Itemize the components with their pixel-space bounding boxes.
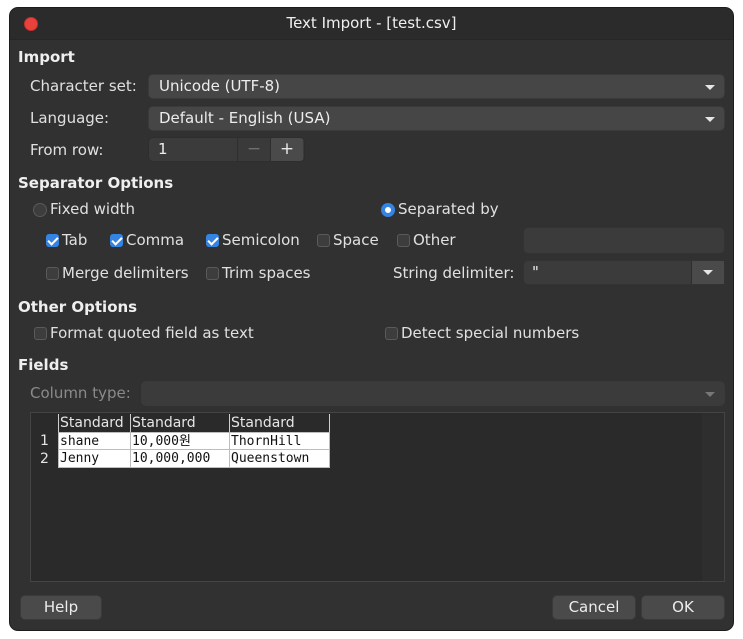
table-cell[interactable]: Jenny <box>58 450 131 468</box>
space-label: Space <box>333 231 379 249</box>
fixed-width-radio[interactable] <box>33 203 47 217</box>
detect-special-label: Detect special numbers <box>401 324 580 342</box>
fromrow-label: From row: <box>30 141 104 159</box>
fields-section-title: Fields <box>18 356 69 374</box>
other-separator-input[interactable] <box>523 227 725 254</box>
table-cell[interactable]: ThornHill <box>230 432 330 450</box>
column-header-2[interactable]: Standard <box>131 414 230 432</box>
table-cell[interactable]: Queenstown <box>230 450 330 468</box>
language-label: Language: <box>30 109 110 127</box>
column-type-dropdown <box>141 381 725 406</box>
text-import-dialog: Text Import - [test.csv] Import Characte… <box>9 7 734 631</box>
merge-delimiters-checkbox[interactable] <box>46 267 59 280</box>
trim-spaces-label: Trim spaces <box>222 264 311 282</box>
title-bar: Text Import - [test.csv] <box>10 8 733 40</box>
decrement-button[interactable]: − <box>237 138 270 161</box>
column-type-label: Column type: <box>30 384 131 402</box>
column-header-3[interactable]: Standard <box>230 414 330 432</box>
string-delimiter-label: String delimiter: <box>393 264 515 282</box>
chevron-down-icon <box>705 85 715 90</box>
trim-spaces-checkbox[interactable] <box>206 267 219 280</box>
separator-section-title: Separator Options <box>18 174 174 192</box>
merge-delimiters-label: Merge delimiters <box>62 264 189 282</box>
row-number: 1 <box>40 433 49 449</box>
format-quoted-label: Format quoted field as text <box>50 324 254 342</box>
separated-by-radio[interactable] <box>381 203 395 217</box>
column-header-1[interactable]: Standard <box>58 414 131 432</box>
chevron-down-icon[interactable] <box>691 261 724 284</box>
other-checkbox[interactable] <box>397 234 410 247</box>
fromrow-value[interactable]: 1 <box>158 140 168 158</box>
table-cell[interactable]: shane <box>58 432 131 450</box>
cancel-button[interactable]: Cancel <box>552 595 636 620</box>
chevron-down-icon <box>705 392 715 397</box>
detect-special-checkbox[interactable] <box>385 327 398 340</box>
string-delimiter-value[interactable]: " <box>532 263 539 281</box>
tab-checkbox[interactable] <box>46 234 59 247</box>
help-button[interactable]: Help <box>20 595 102 620</box>
semicolon-label: Semicolon <box>222 231 300 249</box>
language-dropdown[interactable]: Default - English (USA) <box>148 106 725 131</box>
increment-button[interactable]: + <box>270 138 303 161</box>
tab-label: Tab <box>62 231 88 249</box>
format-quoted-checkbox[interactable] <box>34 327 47 340</box>
charset-label: Character set: <box>30 77 137 95</box>
row-number: 2 <box>40 451 49 467</box>
table-cell[interactable]: 10,000원 <box>131 432 230 450</box>
import-section-title: Import <box>18 48 75 66</box>
semicolon-checkbox[interactable] <box>206 234 219 247</box>
charset-value: Unicode (UTF-8) <box>159 77 281 95</box>
ok-button[interactable]: OK <box>641 595 725 620</box>
table-cell[interactable]: 10,000,000 <box>131 450 230 468</box>
chevron-down-icon <box>705 117 715 122</box>
comma-label: Comma <box>126 231 185 249</box>
fields-preview[interactable]: Standard Standard Standard 1 shane 10,00… <box>30 412 725 582</box>
vertical-scrollbar[interactable] <box>702 413 724 581</box>
other-label: Other <box>413 231 456 249</box>
fixed-width-label: Fixed width <box>50 200 135 218</box>
other-options-section-title: Other Options <box>18 298 138 316</box>
separated-by-label: Separated by <box>398 200 499 218</box>
fromrow-stepper[interactable]: 1 − + <box>148 137 305 162</box>
space-checkbox[interactable] <box>317 234 330 247</box>
charset-dropdown[interactable]: Unicode (UTF-8) <box>148 74 725 99</box>
comma-checkbox[interactable] <box>110 234 123 247</box>
language-value: Default - English (USA) <box>159 109 331 127</box>
string-delimiter-combo[interactable]: " <box>523 260 725 285</box>
window-title: Text Import - [test.csv] <box>286 14 457 32</box>
